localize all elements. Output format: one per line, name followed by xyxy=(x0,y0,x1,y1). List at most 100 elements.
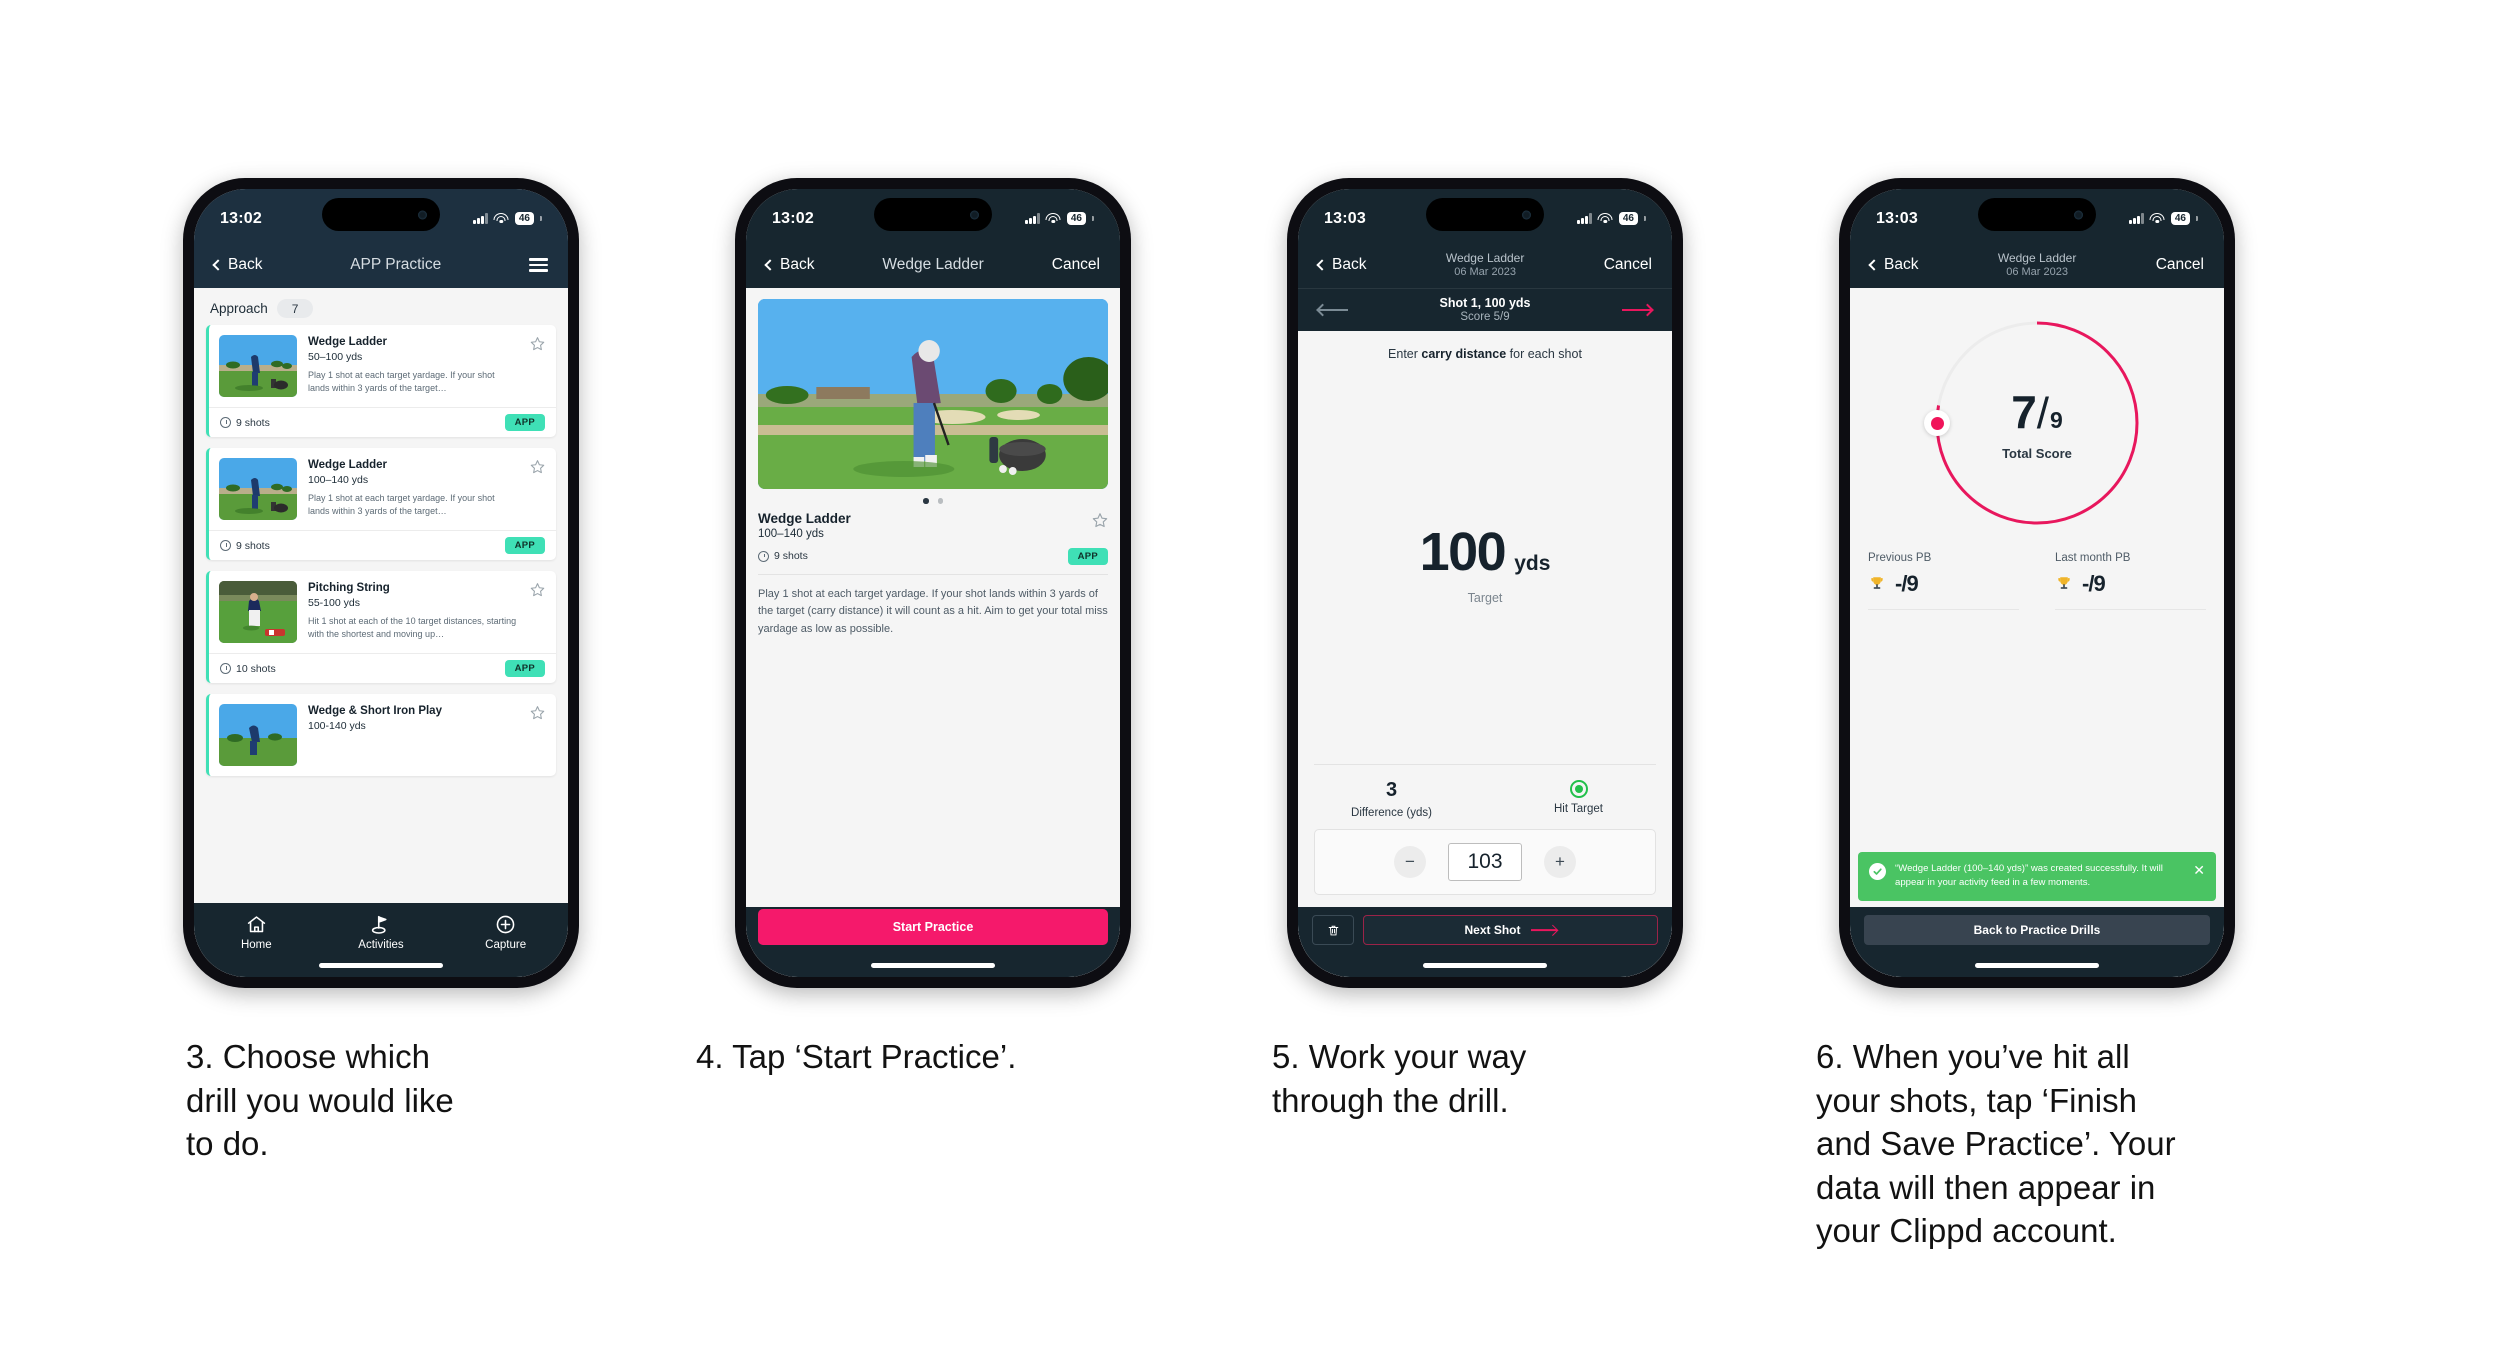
success-toast: “Wedge Ladder (100–140 yds)” was created… xyxy=(1858,851,2216,901)
nav-bar: Back Wedge Ladder 06 Mar 2023 Cancel xyxy=(1850,242,2224,288)
back-button[interactable]: Back xyxy=(212,256,263,274)
tab-capture[interactable]: Capture xyxy=(464,914,548,951)
status-bar: 13:02 46 xyxy=(746,189,1120,242)
stepper-decrement-button[interactable]: − xyxy=(1394,846,1426,878)
stepper-increment-button[interactable]: + xyxy=(1544,846,1576,878)
home-indicator xyxy=(1423,963,1547,968)
drill-card-footer: 9 shots APP xyxy=(209,407,556,437)
back-button[interactable]: Back xyxy=(1316,256,1367,274)
back-label: Back xyxy=(1332,256,1367,273)
status-time: 13:02 xyxy=(220,209,262,227)
target-value: 100 xyxy=(1419,521,1507,582)
pb-value-row: -/9 xyxy=(2055,571,2206,610)
drill-card[interactable]: Pitching String 55-100 yds Hit 1 shot at… xyxy=(206,571,556,683)
start-practice-button[interactable]: Start Practice xyxy=(758,909,1108,945)
score-label: Score 5/9 xyxy=(1460,310,1510,323)
tab-activities[interactable]: Activities xyxy=(339,914,423,951)
next-shot-label: Next Shot xyxy=(1464,923,1521,937)
battery-level: 46 xyxy=(514,211,534,226)
chevron-left-icon xyxy=(212,259,224,271)
previous-pb: Previous PB -/9 xyxy=(1850,552,2037,610)
pb-value: -/9 xyxy=(1895,571,1919,596)
drill-thumbnail xyxy=(219,458,297,520)
shot-count: 9 shots xyxy=(758,550,808,562)
total-score-value: 7 / 9 xyxy=(2011,385,2063,439)
drill-card[interactable]: Wedge Ladder 100–140 yds Play 1 shot at … xyxy=(206,448,556,560)
status-bar: 13:03 46 xyxy=(1850,189,2224,242)
status-icons: 46 xyxy=(1577,211,1646,226)
clock-icon xyxy=(758,550,769,562)
shot-entry-body: Enter carry distance for each shot 100 y… xyxy=(1298,331,1672,977)
screen: 13:03 46 Back Wedge Ladder 06 Mar 2023 C… xyxy=(1850,189,2224,977)
back-label: Back xyxy=(780,256,815,273)
nav-title-primary: Wedge Ladder xyxy=(1445,251,1525,266)
wifi-icon xyxy=(1045,213,1061,224)
drill-title: Wedge Ladder xyxy=(758,510,851,526)
pb-value-row: -/9 xyxy=(1868,571,2019,610)
drill-list-body: Approach 7 Wedge Ladder 50–100 yds Play … xyxy=(194,288,568,977)
back-button[interactable]: Back xyxy=(764,256,815,274)
chevron-left-icon xyxy=(1316,259,1328,271)
hamburger-icon[interactable] xyxy=(528,258,548,272)
carousel-dots[interactable] xyxy=(758,489,1108,511)
dynamic-island xyxy=(1978,198,2096,231)
pb-value: -/9 xyxy=(2082,571,2106,596)
favourite-star-icon[interactable] xyxy=(530,459,545,520)
drill-card[interactable]: Wedge Ladder 50–100 yds Play 1 shot at e… xyxy=(206,325,556,437)
shot-stats-row: 3 Difference (yds) Hit Target xyxy=(1298,765,1672,829)
carousel-dot[interactable] xyxy=(937,498,943,504)
battery-cap-icon xyxy=(1092,216,1094,221)
score-ring-wrap: 7 / 9 Total Score xyxy=(1850,288,2224,538)
caption-step-5: 5. Work your way through the drill. xyxy=(1272,1038,1527,1119)
cancel-button[interactable]: Cancel xyxy=(1604,256,1652,274)
carousel-dot-active[interactable] xyxy=(923,498,929,504)
stat-difference: 3 Difference (yds) xyxy=(1298,779,1485,819)
drill-card-top: Wedge & Short Iron Play 100-140 yds xyxy=(209,694,556,776)
score-center: 7 / 9 Total Score xyxy=(1928,314,2146,532)
drill-card-top: Pitching String 55-100 yds Hit 1 shot at… xyxy=(209,571,556,653)
drill-description: Hit 1 shot at each of the 10 target dist… xyxy=(308,616,517,640)
score-numerator: 7 xyxy=(2011,386,2037,438)
wifi-icon xyxy=(493,213,509,224)
score-ring-marker xyxy=(1924,410,1950,436)
target-display: 100 yds Target xyxy=(1298,361,1672,764)
back-button[interactable]: Back xyxy=(1868,256,1918,274)
drill-description: Play 1 shot at each target yardage. If y… xyxy=(758,587,1108,636)
caption-step-6: 6. When you’ve hit all your shots, tap ‘… xyxy=(1816,1038,2176,1250)
close-icon[interactable]: ✕ xyxy=(2193,863,2205,877)
next-shot-button[interactable]: Next Shot xyxy=(1363,915,1658,945)
cancel-button[interactable]: Cancel xyxy=(1052,256,1100,274)
delete-shot-button[interactable] xyxy=(1312,915,1354,945)
cancel-button[interactable]: Cancel xyxy=(2156,256,2204,274)
nav-title-primary: Wedge Ladder xyxy=(1997,251,2077,266)
status-icons: 46 xyxy=(2129,211,2198,226)
favourite-star-icon[interactable] xyxy=(530,582,545,643)
clock-icon xyxy=(220,540,231,551)
drill-card[interactable]: Wedge & Short Iron Play 100-140 yds xyxy=(206,694,556,776)
hit-target-label: Hit Target xyxy=(1553,803,1603,815)
phone-drill-detail: 13:02 46 Back Wedge Ladder Cancel Wedge … xyxy=(735,178,1131,988)
arrow-right-icon[interactable] xyxy=(1621,303,1654,317)
drill-yardage: 100-140 yds xyxy=(308,720,366,733)
screenshot-stage: 13:02 46 Back APP Practice Approach 7 We… xyxy=(0,0,2503,1347)
drill-card-footer: 9 shots APP xyxy=(209,530,556,560)
arrow-left-icon[interactable] xyxy=(1316,303,1348,317)
check-circle-icon xyxy=(1869,862,1886,880)
screen: 13:03 46 Back Wedge Ladder 06 Mar 2023 C… xyxy=(1298,189,1672,977)
favourite-star-icon[interactable] xyxy=(530,705,545,766)
back-label: Back xyxy=(228,256,263,273)
target-caption: Target xyxy=(1467,590,1503,605)
detail-content: Wedge Ladder 100–140 yds 9 shots APP Pla… xyxy=(746,288,1120,977)
prompt-post: for each shot xyxy=(1506,347,1582,361)
dynamic-island xyxy=(322,198,440,231)
favourite-star-icon[interactable] xyxy=(530,336,545,397)
filter-count-chip[interactable]: 7 xyxy=(276,299,314,318)
caption-step-3: 3. Choose which drill you would like to … xyxy=(186,1038,454,1163)
shot-info: Shot 1, 100 yds Score 5/9 xyxy=(1439,296,1530,325)
cellular-signal-icon xyxy=(1577,213,1592,224)
tab-home[interactable]: Home xyxy=(214,914,298,951)
carry-distance-input[interactable]: 103 xyxy=(1448,843,1522,881)
carry-distance-stepper[interactable]: − 103 + xyxy=(1314,829,1656,895)
favourite-star-icon[interactable] xyxy=(1092,512,1108,533)
back-to-practice-drills-button[interactable]: Back to Practice Drills xyxy=(1864,915,2210,945)
